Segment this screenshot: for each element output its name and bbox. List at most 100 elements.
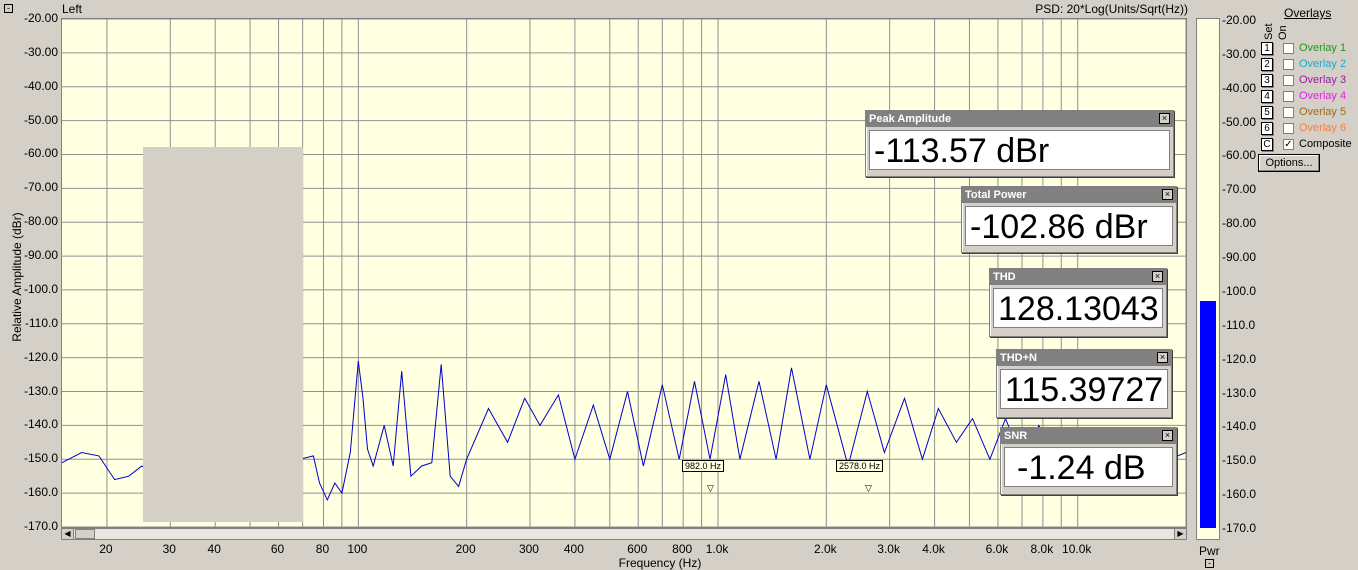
overlay-checkbox[interactable] [1283,122,1294,134]
x-tick-label: 60 [270,542,285,556]
close-icon[interactable]: × [1152,271,1163,282]
scroll-thumb[interactable] [75,529,95,539]
peak-amplitude-meter[interactable]: Peak Amplitude × -113.57 dBr [865,110,1174,177]
x-tick-label: 400 [563,542,584,556]
x-tick-label: 600 [627,542,648,556]
scroll-left-arrow-icon[interactable]: ◀ [62,529,74,539]
close-icon[interactable]: × [1159,113,1170,124]
x-tick-label: 4.0k [922,542,945,556]
y-tick-label: -110.0 [24,315,58,330]
overlays-header: Overlays [1284,6,1332,20]
meter-tick-label: -50.00 [1222,114,1257,129]
overlay-set-button[interactable]: 5 [1261,105,1273,119]
overlay-row[interactable]: 6 Overlay 6 [1261,121,1346,135]
x-tick-label: 1.0k [705,542,729,556]
overlay-set-button[interactable]: 4 [1261,89,1273,103]
overlay-checkbox[interactable] [1283,58,1294,70]
y-tick-label: -130.0 [23,383,58,398]
y-tick-label: -20.00 [23,11,58,25]
close-icon[interactable]: × [1157,352,1168,363]
overlay-row[interactable]: 2 Overlay 2 [1261,57,1346,71]
overlay-row[interactable]: 4 Overlay 4 [1261,89,1346,103]
meter-title: Total Power [965,189,1027,201]
meter-value: 115.39727 [1000,369,1168,409]
x-tick-label: 800 [672,542,693,556]
close-icon[interactable]: × [1162,430,1173,441]
overlay-set-button[interactable]: 3 [1261,73,1273,87]
minimize-meter-button[interactable]: - [1205,559,1214,568]
meter-tick-label: -70.00 [1222,182,1257,197]
x-tick-label: 3.0k [877,542,900,556]
overlay-row[interactable]: C ✓ Composite [1261,137,1352,151]
overlay-set-button[interactable]: C [1261,137,1273,151]
y-tick-label: -120.0 [23,349,58,364]
meter-tick-label: -40.00 [1222,80,1257,95]
snr-meter[interactable]: SNR × -1.24 dB [1000,427,1177,495]
overlay-set-button[interactable]: 6 [1261,121,1273,135]
meter-tick-label: -60.00 [1222,148,1257,163]
meter-title: THD+N [1000,352,1037,364]
overlay-label: Composite [1299,138,1352,150]
y-tick-label: -140.0 [23,417,58,432]
meter-title: Peak Amplitude [869,113,952,125]
occluding-panel [143,147,303,522]
overlay-row[interactable]: 5 Overlay 5 [1261,105,1346,119]
meter-tick-label: -150.0 [1222,453,1257,468]
close-icon[interactable]: × [1162,189,1173,200]
meter-tick-label: -20.00 [1222,13,1257,27]
overlay-checkbox[interactable] [1283,90,1294,102]
x-tick-label: 30 [162,542,176,556]
overlay-checkbox[interactable] [1283,42,1294,54]
cursor-2-label[interactable]: 2578.0 Hz [836,460,884,472]
meter-tick-label: -160.0 [1222,487,1257,502]
y-tick-label: -100.0 [23,281,58,296]
x-tick-label: 6.0k [985,542,1009,556]
meter-title: THD [993,271,1016,283]
options-button[interactable]: Options... [1258,154,1320,172]
x-tick-label: 100 [347,542,368,556]
x-axis-label: Frequency (Hz) [618,556,702,570]
overlay-checkbox[interactable]: ✓ [1283,138,1294,150]
overlay-label: Overlay 4 [1299,90,1347,102]
overlay-checkbox[interactable] [1283,74,1294,86]
overlay-row[interactable]: 1 Overlay 1 [1261,41,1346,55]
x-tick-label: 2.0k [813,542,837,556]
meter-value: -113.57 dBr [869,130,1170,170]
cursor-1-marker-icon[interactable]: ▽ [707,483,714,494]
cursor-2-marker-icon[interactable]: ▽ [865,483,872,494]
y-tick-label: -80.00 [23,214,58,229]
overlay-label: Overlay 5 [1299,106,1347,118]
power-meter-bar [1200,300,1216,528]
cursor-1-label[interactable]: 982.0 Hz [682,460,725,472]
meter-tick-label: -140.0 [1222,419,1257,434]
set-column-label: Set [1263,23,1275,40]
overlay-set-button[interactable]: 1 [1261,41,1273,55]
meter-tick-label: -110.0 [1222,317,1256,332]
total-power-meter[interactable]: Total Power × -102.86 dBr [961,186,1177,253]
y-tick-label: -30.00 [23,44,58,59]
psd-units-title: PSD: 20*Log(Units/Sqrt(Hz)) [1035,2,1188,16]
horizontal-scrollbar[interactable]: ◀ ▶ [61,528,1187,540]
overlay-label: Overlay 2 [1299,58,1347,70]
scroll-right-arrow-icon[interactable]: ▶ [1174,529,1186,539]
overlay-set-button[interactable]: 2 [1261,57,1273,71]
y-tick-label: -50.00 [23,112,58,127]
thd-n-meter[interactable]: THD+N × 115.39727 [996,349,1172,418]
thd-meter[interactable]: THD × 128.13043 [989,268,1167,337]
y-tick-label: -150.0 [23,451,58,466]
meter-value: -1.24 dB [1004,447,1173,487]
y-tick-label: -40.00 [23,78,58,93]
power-meter-label: Pwr [1199,544,1220,558]
x-tick-label: 8.0k [1030,542,1054,556]
y-tick-label: -60.00 [23,146,58,161]
x-tick-label: 80 [315,542,330,556]
overlay-row[interactable]: 3 Overlay 3 [1261,73,1346,87]
x-tick-label: 300 [518,542,539,556]
y-tick-label: -170.0 [23,519,58,533]
meter-tick-label: -130.0 [1222,385,1257,400]
channel-title: Left [62,2,83,16]
x-tick-label: 200 [455,542,476,556]
meter-tick-label: -100.0 [1222,283,1257,298]
meter-title: SNR [1004,430,1028,442]
overlay-checkbox[interactable] [1283,106,1294,118]
